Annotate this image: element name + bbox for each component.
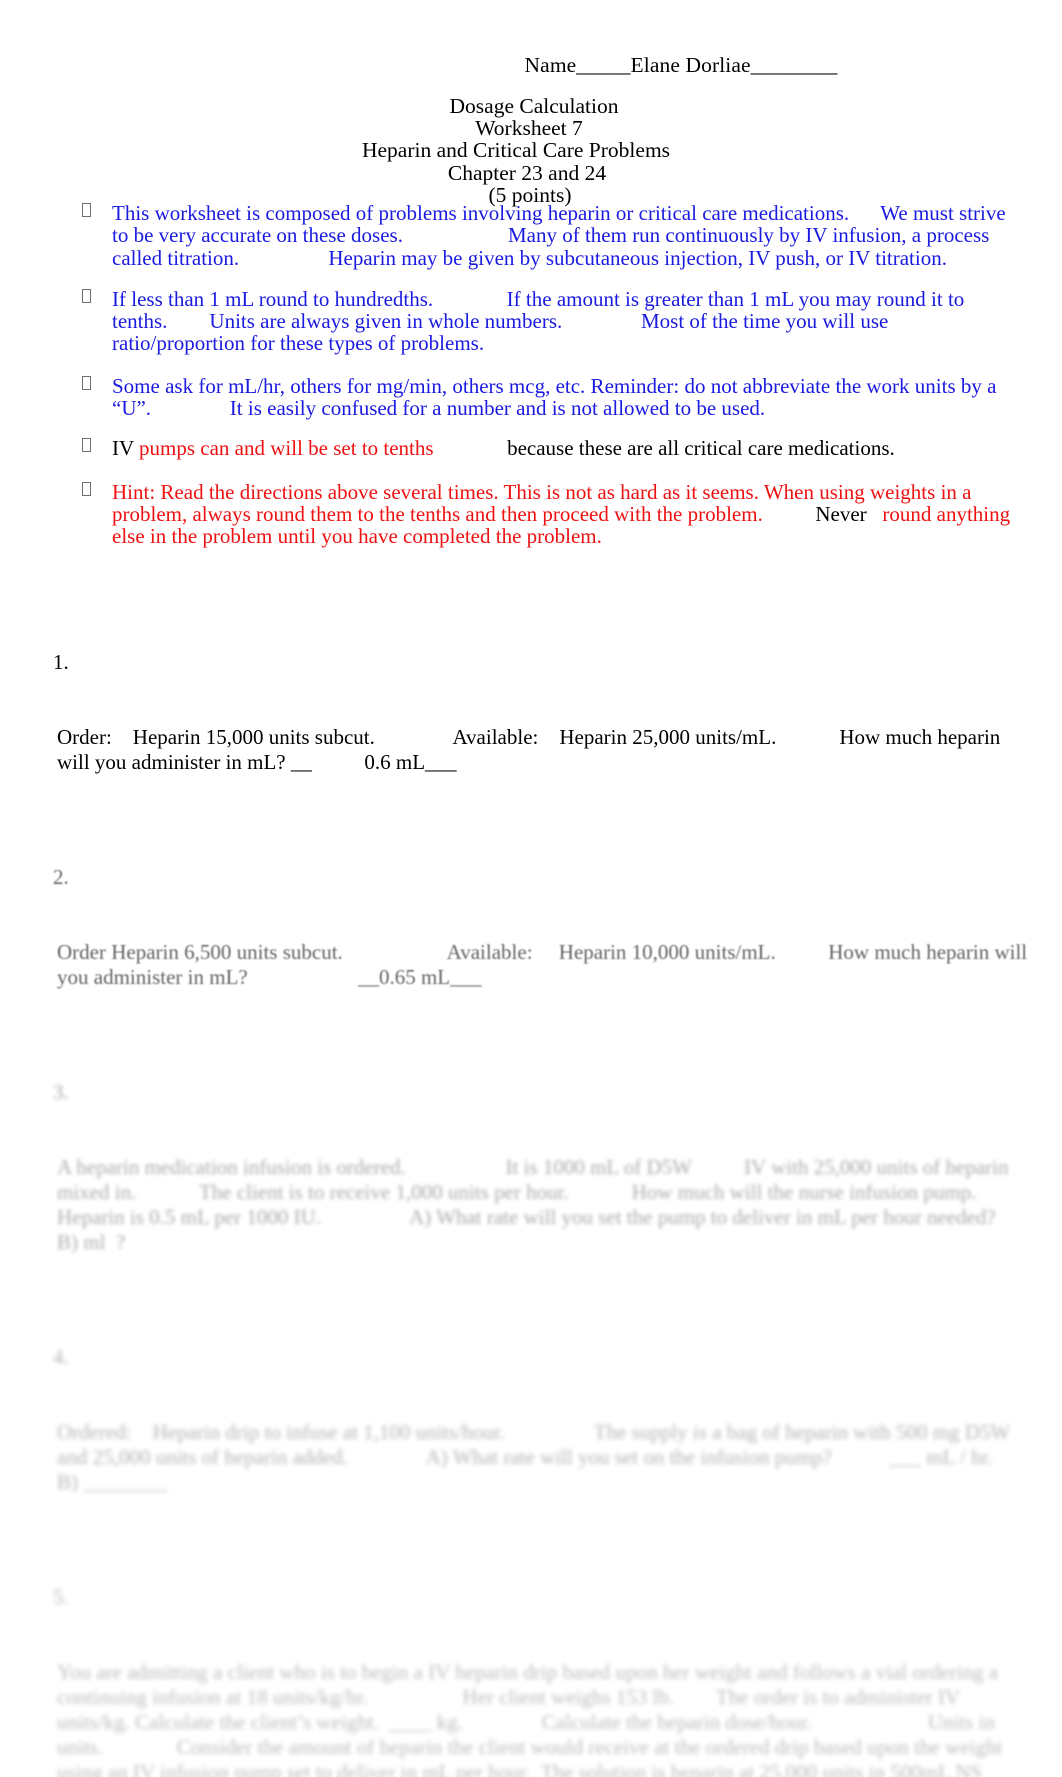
instruction-item-rounding: If less than 1 mL round to hundredths. I…	[0, 288, 1062, 355]
hint-segment-never: Never	[815, 501, 867, 526]
instructions-list: This worksheet is composed of problems i…	[0, 202, 1062, 548]
bullet-box-icon	[82, 375, 91, 390]
bullet-box-icon	[82, 481, 91, 496]
worksheet-title-block: Dosage Calculation Worksheet 7 Heparin a…	[0, 95, 1062, 206]
instruction-text-pumps: IV pumps can and will be set to tenths b…	[112, 437, 1022, 459]
pumps-segment-3: because these are all critical care medi…	[433, 436, 895, 461]
question-3-number: 3.	[53, 1080, 69, 1104]
question-3: 3. A heparin medication infusion is orde…	[0, 1080, 1062, 1305]
question-2-number: 2.	[53, 865, 69, 889]
question-1-number: 1.	[53, 650, 69, 674]
question-2: 2. Order Heparin 6,500 units subcut. Ava…	[0, 865, 1062, 1040]
question-5: 5. You are admitting a client who is to …	[0, 1585, 1062, 1777]
student-name-value: Elane Dorliae	[630, 53, 751, 77]
question-3-text: A heparin medication infusion is ordered…	[57, 1155, 1009, 1254]
question-1-text: Order: Heparin 15,000 units subcut. Avai…	[57, 725, 1006, 774]
name-trailing-blank: ________	[750, 53, 838, 77]
bullet-box-icon	[82, 438, 91, 453]
title-line-3: Heparin and Critical Care Problems	[361, 138, 671, 163]
bullet-box-icon	[82, 203, 91, 217]
question-5-text: You are admitting a client who is to beg…	[57, 1660, 1003, 1777]
instruction-text-intro: This worksheet is composed of problems i…	[112, 201, 1011, 270]
title-line-1: Dosage Calculation	[449, 94, 619, 118]
title-line-2: Worksheet 7	[475, 116, 583, 141]
instruction-item-hint: Hint: Read the directions above several …	[0, 480, 1062, 548]
pumps-segment-2: pumps can and will be set to tenths	[139, 436, 434, 461]
question-4-text: Ordered: Heparin drip to infuse at 1,100…	[57, 1420, 1062, 1494]
pumps-segment-1: IV	[112, 436, 140, 461]
worksheet-page: Name_____Elane Dorliae________ Dosage Ca…	[0, 0, 1062, 1777]
question-4-number: 4.	[53, 1345, 69, 1369]
name-label: Name_____	[524, 53, 631, 77]
title-line-4: Chapter 23 and 24	[447, 160, 607, 185]
question-4: 4. Ordered: Heparin drip to infuse at 1,…	[0, 1345, 1062, 1545]
question-list: 1. Order: Heparin 15,000 units subcut. A…	[0, 650, 1062, 1777]
instruction-text-rounding: If less than 1 mL round to hundredths. I…	[112, 286, 970, 356]
instruction-item-intro: This worksheet is composed of problems i…	[0, 202, 1062, 269]
instruction-text-hint: Hint: Read the directions above several …	[112, 480, 1022, 548]
bullet-box-icon	[82, 288, 91, 303]
question-1: 1. Order: Heparin 15,000 units subcut. A…	[0, 650, 1062, 825]
question-5-number: 5.	[53, 1585, 69, 1609]
question-2-text: Order Heparin 6,500 units subcut. Availa…	[57, 940, 1033, 989]
student-name-line: Name_____Elane Dorliae________	[0, 52, 1062, 78]
instruction-item-pumps: IV pumps can and will be set to tenths b…	[0, 437, 1062, 460]
instruction-text-units: Some ask for mL/hr, others for mg/min, o…	[112, 373, 1002, 421]
instruction-item-units: Some ask for mL/hr, others for mg/min, o…	[0, 375, 1062, 420]
